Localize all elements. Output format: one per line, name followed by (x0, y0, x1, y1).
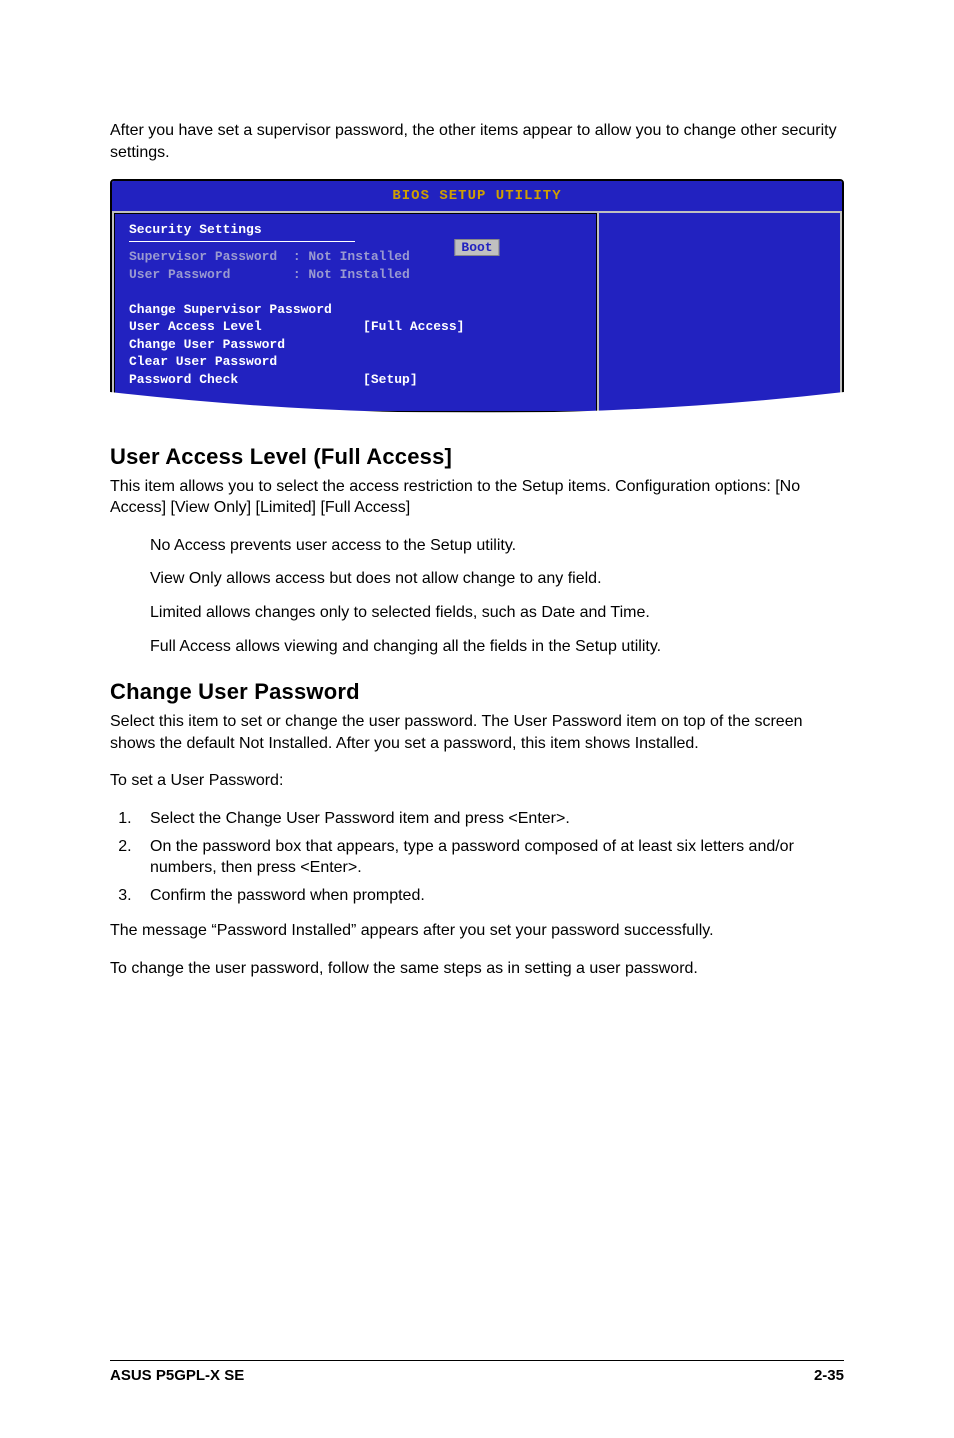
step-1: Select the Change User Password item and… (136, 808, 844, 830)
heading-user-access-level: User Access Level (Full Access] (110, 444, 844, 470)
bios-line-change-supervisor: Change Supervisor Password (129, 301, 582, 319)
bios-divider (129, 241, 355, 242)
steps-list: Select the Change User Password item and… (110, 808, 844, 906)
bios-window: BIOS SETUP UTILITY Boot Security Setting… (110, 179, 844, 415)
step-2: On the password box that appears, type a… (136, 836, 844, 879)
intro-paragraph: After you have set a supervisor password… (110, 120, 844, 163)
bios-line-user: User Password : Not Installed (129, 266, 582, 284)
opt-view-only: View Only allows access but does not all… (150, 568, 844, 590)
bios-line-clear-user: Clear User Password (129, 353, 582, 371)
opt-no-access: No Access prevents user access to the Se… (150, 535, 844, 557)
bios-line-password-check: Password Check [Setup] (129, 371, 582, 389)
footer-right: 2-35 (814, 1367, 844, 1384)
change-pw-success: The message “Password Installed” appears… (110, 920, 844, 942)
user-access-desc: This item allows you to select the acces… (110, 476, 844, 519)
opt-full-access: Full Access allows viewing and changing … (150, 636, 844, 658)
change-pw-change: To change the user password, follow the … (110, 958, 844, 980)
heading-change-user-password: Change User Password (110, 679, 844, 705)
footer-left: ASUS P5GPL-X SE (110, 1367, 244, 1384)
footer-divider (110, 1360, 844, 1361)
bios-line-change-user: Change User Password (129, 336, 582, 354)
bios-tab-boot: Boot (454, 239, 499, 256)
change-pw-desc: Select this item to set or change the us… (110, 711, 844, 754)
change-pw-toset: To set a User Password: (110, 770, 844, 792)
bios-title-text: BIOS SETUP UTILITY (392, 188, 561, 204)
opt-limited: Limited allows changes only to selected … (150, 602, 844, 624)
bios-section-heading: Security Settings (129, 222, 582, 237)
step-3: Confirm the password when prompted. (136, 885, 844, 907)
page-footer: ASUS P5GPL-X SE 2-35 (110, 1360, 844, 1384)
bios-panel-left: Security Settings Supervisor Password : … (114, 213, 597, 411)
user-access-options: No Access prevents user access to the Se… (110, 535, 844, 657)
bios-line-user-access-level: User Access Level [Full Access] (129, 318, 582, 336)
bios-line-blank (129, 283, 582, 301)
bios-panel-right (599, 213, 840, 411)
bios-line-supervisor: Supervisor Password : Not Installed (129, 248, 582, 266)
bios-title-bar: BIOS SETUP UTILITY (112, 181, 842, 211)
